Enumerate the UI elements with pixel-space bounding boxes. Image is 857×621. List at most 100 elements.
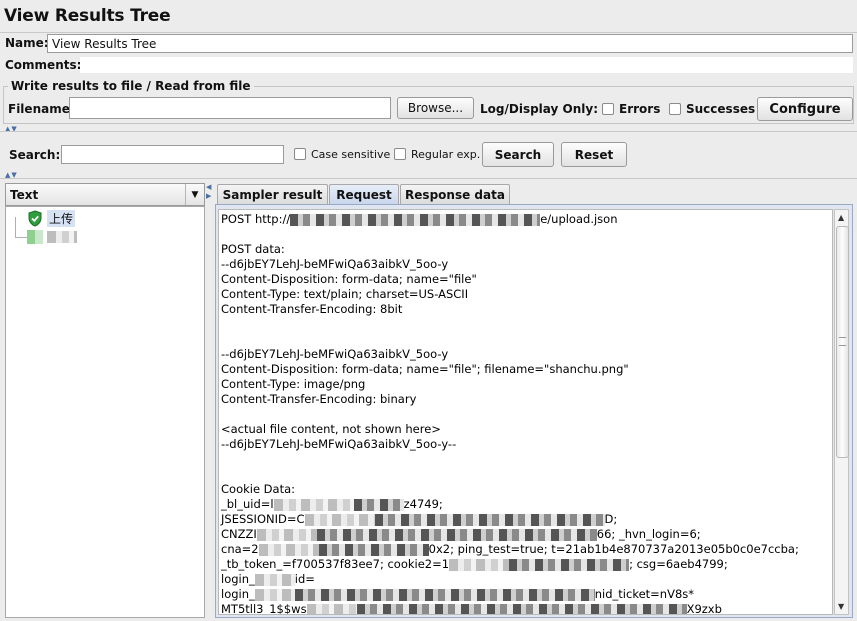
log-display-label: Log/Display Only: xyxy=(480,102,598,116)
tab-request[interactable]: Request xyxy=(329,184,399,204)
redacted-value xyxy=(254,573,295,586)
cookie-line-end: z4749; xyxy=(403,497,443,511)
tree-connector xyxy=(15,237,27,238)
successes-label: Successes xyxy=(686,102,756,116)
redacted-value xyxy=(306,603,357,614)
vertical-scrollbar[interactable]: ▲ ▼ xyxy=(834,209,849,615)
request-body-line: Content-Disposition: form-data; name="fi… xyxy=(221,272,477,286)
comments-label: Comments: xyxy=(5,58,82,72)
redacted-value xyxy=(356,603,687,614)
results-tree: 上传 xyxy=(5,206,205,618)
request-body-line xyxy=(221,452,629,467)
cookie-line: _tb_token_=f700537f83ee7; cookie2=1 ; csg… xyxy=(221,557,799,572)
cookie-line: MT5tll3_1$$ws X9zxb xyxy=(221,602,799,615)
request-body-line xyxy=(221,407,629,422)
redacted-value xyxy=(254,588,295,601)
tree-connector xyxy=(15,217,16,237)
file-group-legend: Write results to file / Read from file xyxy=(8,79,254,93)
search-label: Search: xyxy=(9,148,61,162)
request-body-line: Content-Type: image/png xyxy=(221,377,366,391)
request-body-line: Content-Disposition: form-data; name="fi… xyxy=(221,362,629,376)
cookie-line-start: MT5tll3_1$$ws xyxy=(221,602,307,615)
request-body-line xyxy=(221,332,629,347)
configure-button[interactable]: Configure xyxy=(757,97,853,121)
url-prefix: POST http:// xyxy=(221,212,291,226)
redacted-value xyxy=(258,543,319,556)
request-body-line: --d6jbEY7LehJ-beMFwiQa63aibkV_5oo-y-- xyxy=(221,437,457,451)
tab-response-data[interactable]: Response data xyxy=(400,184,510,204)
successes-checkbox[interactable] xyxy=(669,103,681,115)
cookie-line: JSESSIONID=C D; xyxy=(221,512,799,527)
request-body-line: --d6jbEY7LehJ-beMFwiQa63aibkV_5oo-y xyxy=(221,347,449,361)
cookie-line-start: cna=2 xyxy=(221,542,259,556)
panel-title: View Results Tree xyxy=(4,6,171,26)
cookie-line-start: _tb_token_=f700537f83ee7; cookie2=1 xyxy=(221,557,450,571)
scroll-up-icon[interactable]: ▲ xyxy=(838,213,844,222)
tree-item[interactable]: 上传 xyxy=(27,210,76,227)
reset-button[interactable]: Reset xyxy=(561,142,627,167)
cookie-line: CNZZI 66; _hvn_login=6; xyxy=(221,527,799,542)
errors-label: Errors xyxy=(619,102,661,116)
request-text-area[interactable]: POST http://e/upload.json POST data: --d6… xyxy=(218,209,833,615)
name-field[interactable]: View Results Tree xyxy=(47,34,853,53)
request-body-line: POST data: xyxy=(221,242,285,256)
name-label: Name: xyxy=(5,36,49,50)
regex-checkbox[interactable] xyxy=(394,148,406,160)
redacted-value xyxy=(294,588,595,601)
request-body-line xyxy=(221,467,629,482)
case-sensitive-checkbox[interactable] xyxy=(294,148,306,160)
cookie-line-end: 0x2; ping_test=true; t=21ab1b4e870737a20… xyxy=(428,542,799,556)
redacted-value xyxy=(304,513,375,526)
request-body-line: Content-Type: text/plain; charset=US-ASC… xyxy=(221,287,469,301)
cookie-line-end: id= xyxy=(294,572,315,586)
request-url-line: POST http:// e/upload.json xyxy=(221,212,618,227)
redacted-tree-item xyxy=(47,231,77,243)
request-body-line xyxy=(221,227,629,242)
redacted-host xyxy=(290,213,541,226)
title-divider xyxy=(0,32,857,33)
cookie-line-tail: nV8s* xyxy=(659,587,695,601)
request-body-line: Content-Transfer-Encoding: 8bit xyxy=(221,302,403,316)
redacted-value xyxy=(353,498,404,511)
cookie-line: cna=2 0x2; ping_test=true; t=21ab1b4e8707… xyxy=(221,542,799,557)
comments-field[interactable] xyxy=(80,57,853,73)
search-button[interactable]: Search xyxy=(482,142,554,167)
redacted-value xyxy=(374,513,605,526)
tree-item-icon xyxy=(27,230,43,244)
cookie-line-start: login_ xyxy=(221,587,255,601)
cookie-line: _bl_uid=l z4749; xyxy=(221,497,799,512)
cookie-line-start: login_ xyxy=(221,572,255,586)
cookie-line-tail: X9zxb xyxy=(686,602,722,615)
case-sensitive-label: Case sensitive xyxy=(311,148,391,161)
redacted-value xyxy=(318,543,429,556)
split-handle-icon[interactable]: ◀ ▶ xyxy=(206,183,214,219)
filename-input[interactable] xyxy=(69,97,391,119)
divider xyxy=(0,178,857,179)
redacted-value xyxy=(449,558,510,571)
cookie-line-start: _bl_uid=l xyxy=(221,497,274,511)
request-body-line xyxy=(221,317,629,332)
scroll-down-icon[interactable]: ▼ xyxy=(838,602,844,611)
cookie-line-end: ; csg=6aeb4799; xyxy=(629,557,728,571)
request-body-line: Cookie Data: xyxy=(221,482,296,496)
redacted-value xyxy=(273,498,354,511)
errors-checkbox[interactable] xyxy=(602,103,614,115)
request-body-line: --d6jbEY7LehJ-beMFwiQa63aibkV_5oo-y xyxy=(221,257,449,271)
grip-icon xyxy=(839,337,846,346)
regex-label: Regular exp. xyxy=(411,148,481,161)
filename-label: Filename xyxy=(8,102,70,116)
redacted-value xyxy=(256,528,317,541)
renderer-select[interactable]: Text ▼ xyxy=(5,183,205,206)
cookie-data: _bl_uid=l z4749; JSESSIONID=C D; CNZZI 66; _h… xyxy=(221,497,799,615)
success-shield-icon xyxy=(28,210,42,227)
cookie-line-start: CNZZI xyxy=(221,527,257,541)
redacted-value xyxy=(316,528,597,541)
chevron-down-icon: ▼ xyxy=(185,184,204,205)
scrollbar-thumb[interactable] xyxy=(836,226,849,458)
request-body: POST data: --d6jbEY7LehJ-beMFwiQa63aibkV_… xyxy=(221,227,629,497)
search-input[interactable] xyxy=(61,145,284,164)
cookie-line-end: D; xyxy=(604,512,618,526)
request-body-line: Content-Transfer-Encoding: binary xyxy=(221,392,417,406)
browse-button[interactable]: Browse... xyxy=(397,97,474,119)
tab-sampler-result[interactable]: Sampler result xyxy=(217,184,328,204)
